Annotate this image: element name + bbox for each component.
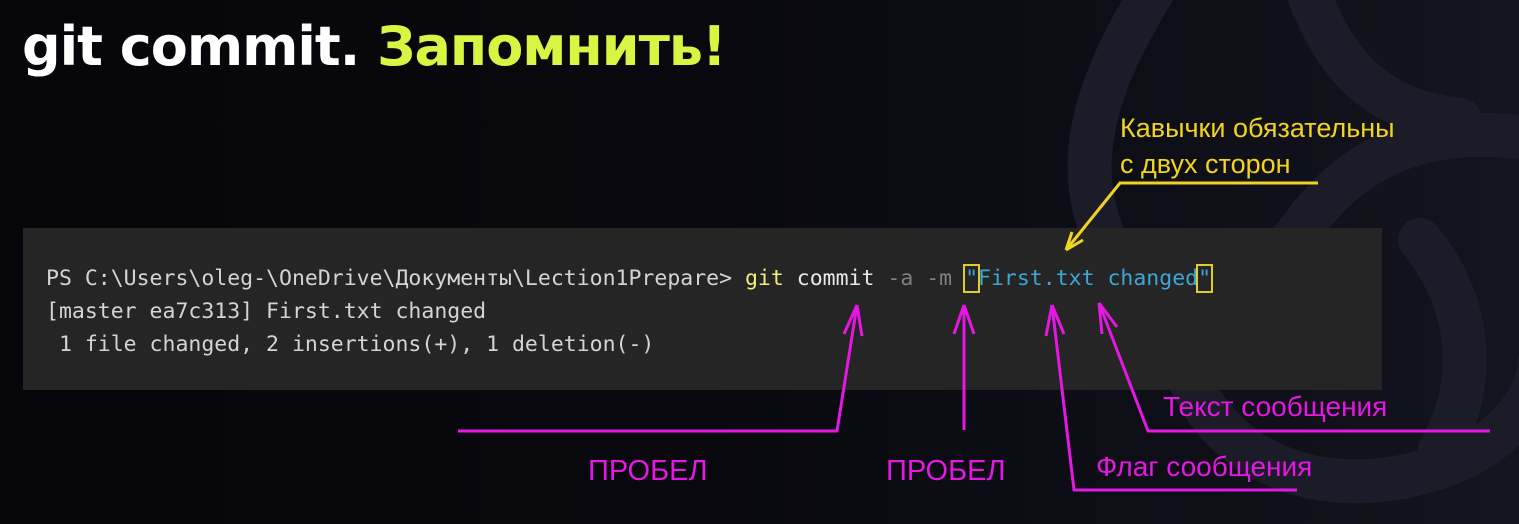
git-command: git bbox=[744, 266, 784, 291]
title-main: git commit. bbox=[22, 15, 360, 78]
opening-quote: " bbox=[963, 264, 981, 293]
terminal-output-line: 1 file changed, 2 insertions(+), 1 delet… bbox=[46, 332, 655, 357]
flag-m: -m bbox=[926, 266, 953, 291]
title-accent: Запомнить! bbox=[377, 15, 727, 78]
message-text-label: Текст сообщения bbox=[1163, 391, 1388, 422]
terminal-window: PS C:\Users\oleg-\OneDrive\Документы\Lec… bbox=[23, 228, 1382, 390]
quotes-required-note: Кавычки обязательны с двух сторон bbox=[1120, 110, 1395, 182]
terminal-prompt: PS C:\Users\oleg-\OneDrive\Документы\Lec… bbox=[46, 266, 745, 291]
commit-message: First.txt changed bbox=[978, 266, 1199, 291]
space-label-2: ПРОБЕЛ bbox=[886, 455, 1006, 487]
quotes-note-line-2: с двух сторон bbox=[1120, 149, 1291, 179]
message-flag-label: Флаг сообщения bbox=[1096, 451, 1313, 482]
terminal-output-line: [master ea7c313] First.txt changed bbox=[46, 299, 487, 324]
terminal-command-line: PS C:\Users\oleg-\OneDrive\Документы\Lec… bbox=[46, 262, 1214, 295]
closing-quote: " bbox=[1196, 264, 1214, 293]
space-label-1: ПРОБЕЛ bbox=[588, 455, 708, 487]
commit-subcommand: commit bbox=[783, 266, 888, 291]
quotes-note-line-1: Кавычки обязательны bbox=[1120, 113, 1395, 143]
flag-a: -a bbox=[887, 266, 914, 291]
slide-title: git commit. Запомнить! bbox=[22, 8, 727, 86]
